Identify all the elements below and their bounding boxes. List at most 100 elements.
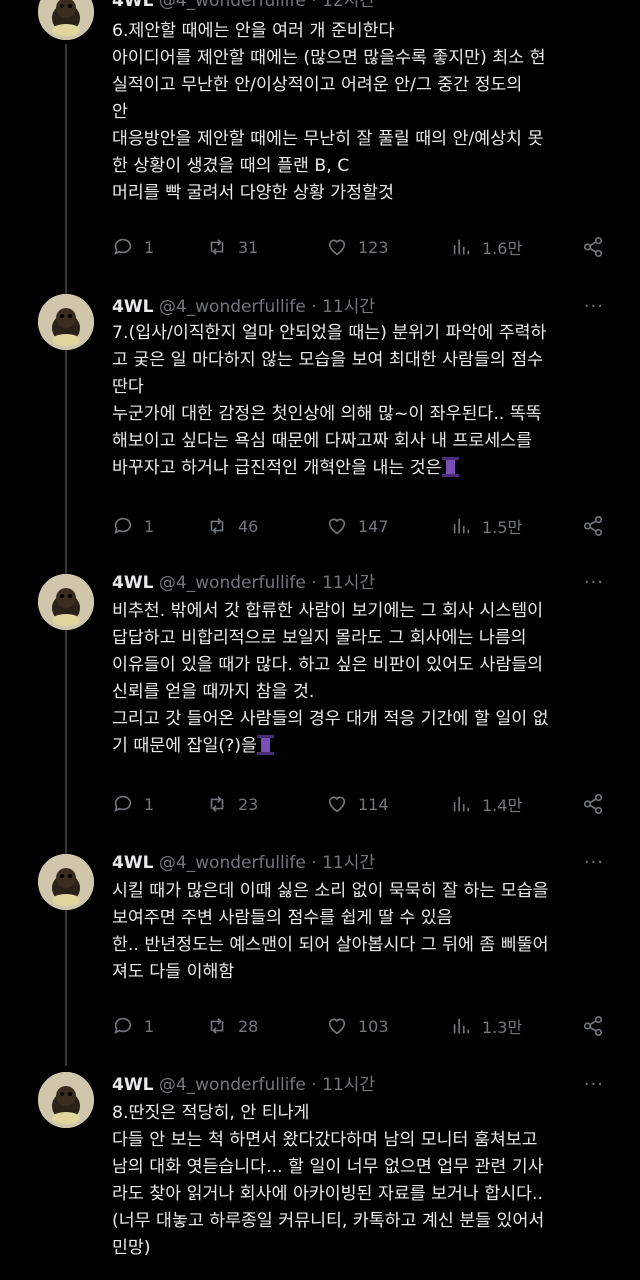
timestamp[interactable]: 12시간: [322, 0, 375, 11]
share-icon: [583, 516, 603, 536]
views-button[interactable]: 1.5만: [450, 513, 522, 539]
view-count: 1.4만: [482, 796, 523, 815]
author-name[interactable]: 4WL: [112, 297, 153, 317]
text-line: 해보이고 싶다는 욕심 때문에 다짜고짜 회사 내 프로세스를: [112, 431, 533, 451]
timestamp[interactable]: 11시간: [322, 297, 375, 317]
like-count: 114: [358, 794, 389, 814]
heart-icon: [328, 1018, 346, 1035]
author-name[interactable]: 4WL: [112, 0, 153, 11]
reply-button[interactable]: 1: [112, 234, 154, 260]
share-button[interactable]: [582, 791, 604, 817]
views-button[interactable]: 1.6만: [450, 234, 522, 260]
tweet-text: 6.제안할 때에는 안을 여러 개 준비한다 아이디어를 제안할 때에는 (많으…: [112, 18, 612, 207]
more-options-button[interactable]: ···: [584, 570, 604, 596]
reply-button[interactable]: 1: [112, 791, 154, 817]
text-line: 대응방안을 제안할 때에는 무난히 잘 풀릴 때의 안/예상치 못: [112, 129, 544, 149]
views-chart-icon: [453, 796, 470, 812]
text-line: 누군가에 대한 감정은 첫인상에 의해 많~이 좌우된다.. 똑똑: [112, 404, 542, 424]
heart-icon: [328, 239, 346, 256]
share-icon: [583, 1016, 603, 1036]
author-handle[interactable]: @4_wonderfullife: [159, 1075, 306, 1095]
retweet-button[interactable]: 31: [206, 234, 258, 260]
text-line: 한.. 반년정도는 예스맨이 되어 살아봅시다 그 뒤에 좀 삐뚤어: [112, 935, 549, 955]
retweet-count: 46: [238, 516, 259, 536]
tweet[interactable]: 4WL @4_wonderfullife · 11시간 ··· 7.(입사/이직…: [0, 282, 640, 562]
tweet[interactable]: 4WL @4_wonderfullife · 11시간 ··· 시킬 때가 많은…: [0, 842, 640, 1062]
author-handle[interactable]: @4_wonderfullife: [159, 0, 306, 11]
reply-count: 1: [144, 516, 155, 536]
like-count: 103: [358, 1016, 389, 1036]
text-line: 안: [112, 102, 128, 122]
ellipsis-icon: ···: [583, 852, 604, 873]
share-button[interactable]: [582, 513, 604, 539]
tweet[interactable]: 4WL @4_wonderfullife · 11시간 ··· 8.딴짓은 적당…: [0, 1060, 640, 1280]
tweet[interactable]: 4WL @4_wonderfullife · 11시간 ··· 비추천. 밖에서…: [0, 562, 640, 842]
author-handle[interactable]: @4_wonderfullife: [159, 853, 306, 873]
reply-icon: [114, 517, 132, 534]
views-button[interactable]: 1.4만: [450, 791, 522, 817]
heart-icon: [328, 518, 346, 535]
author-name[interactable]: 4WL: [112, 853, 153, 873]
text-line: 머리를 빡 굴려서 다양한 상황 가정할것: [112, 183, 394, 203]
reply-count: 1: [144, 1016, 155, 1036]
text-line: 민망): [112, 1238, 151, 1258]
text-line: 바꾸자고 하거나 급진적인 개혁안을 내는 것은: [112, 455, 612, 482]
author-name[interactable]: 4WL: [112, 1075, 153, 1095]
text-line: 6.제안할 때에는 안을 여러 개 준비한다: [112, 21, 395, 41]
reply-count: 1: [144, 794, 155, 814]
share-button[interactable]: [582, 1013, 604, 1039]
tweet-header: 4WL @4_wonderfullife · 11시간: [112, 850, 375, 876]
separator-dot: ·: [311, 853, 317, 873]
reply-icon: [114, 795, 132, 812]
share-icon: [583, 794, 603, 814]
retweet-button[interactable]: 23: [206, 791, 258, 817]
text-line: 이유들이 있을 때가 많다. 하고 싶은 비판이 있어도 사람들의: [112, 655, 544, 675]
retweet-icon: [210, 796, 224, 812]
text-line: 시킬 때가 많은데 이때 싫은 소리 없이 묵묵히 잘 하는 모습을: [112, 881, 549, 901]
like-button[interactable]: 123: [326, 234, 389, 260]
author-name[interactable]: 4WL: [112, 573, 153, 593]
tweet[interactable]: 4WL @4_wonderfullife · 12시간 6.제안할 때에는 안을…: [0, 0, 640, 280]
spool-of-thread-icon: [441, 457, 459, 477]
ellipsis-icon: ···: [583, 296, 604, 317]
text-line: 실적이고 무난한 안/이상적이고 어려운 안/그 중간 정도의: [112, 75, 523, 95]
like-button[interactable]: 147: [326, 513, 389, 539]
reply-icon: [114, 1017, 132, 1034]
text-line: 라도 찾아 읽거나 회사에 아카이빙된 자료를 보거나 합시다..: [112, 1184, 544, 1204]
avatar[interactable]: [38, 0, 94, 40]
action-bar: 1 28 103 1.3만: [112, 1013, 612, 1039]
avatar[interactable]: [38, 294, 94, 350]
avatar[interactable]: [38, 854, 94, 910]
text-line: (너무 대놓고 하루종일 커뮤니티, 카톡하고 계신 분들 있어서: [112, 1211, 545, 1231]
reply-button[interactable]: 1: [112, 1013, 154, 1039]
like-button[interactable]: 114: [326, 791, 389, 817]
timestamp[interactable]: 11시간: [322, 853, 375, 873]
share-button[interactable]: [582, 234, 604, 260]
text-line-content: 기 때문에 잡일(?)을: [112, 736, 257, 756]
avatar[interactable]: [38, 574, 94, 630]
views-chart-icon: [453, 518, 470, 534]
timestamp[interactable]: 11시간: [322, 573, 375, 593]
retweet-icon: [210, 518, 224, 534]
more-options-button[interactable]: ···: [584, 1072, 604, 1098]
views-button[interactable]: 1.3만: [450, 1013, 522, 1039]
view-count: 1.6만: [482, 239, 523, 258]
tweet-text: 시킬 때가 많은데 이때 싫은 소리 없이 묵묵히 잘 하는 모습을 보여주면 …: [112, 878, 612, 986]
reply-button[interactable]: 1: [112, 513, 154, 539]
more-options-button[interactable]: ···: [584, 850, 604, 876]
author-handle[interactable]: @4_wonderfullife: [159, 573, 306, 593]
avatar[interactable]: [38, 1072, 94, 1128]
retweet-button[interactable]: 46: [206, 513, 258, 539]
action-bar: 1 31 123 1.6만: [112, 234, 612, 260]
text-line: 아이디어를 제안할 때에는 (많으면 많을수록 좋지만) 최소 현: [112, 48, 546, 68]
more-options-button[interactable]: ···: [584, 294, 604, 320]
retweet-button[interactable]: 28: [206, 1013, 258, 1039]
reply-icon: [114, 238, 132, 255]
timestamp[interactable]: 11시간: [322, 1075, 375, 1095]
separator-dot: ·: [311, 1075, 317, 1095]
heart-icon: [328, 796, 346, 813]
views-chart-icon: [453, 239, 470, 255]
text-line: 신뢰를 얻을 때까지 참을 것.: [112, 682, 315, 702]
author-handle[interactable]: @4_wonderfullife: [159, 297, 306, 317]
like-button[interactable]: 103: [326, 1013, 389, 1039]
